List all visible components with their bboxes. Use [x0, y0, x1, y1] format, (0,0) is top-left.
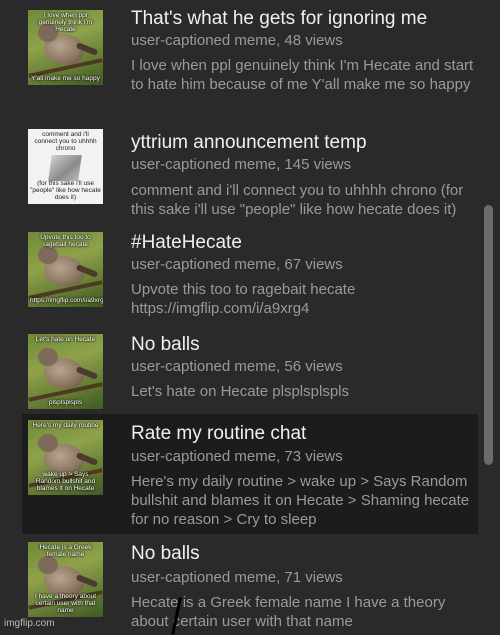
meme-thumbnail[interactable]: Let's hate on Hecate plsplsplspls [28, 334, 103, 409]
meme-list: I love when ppl genuinely think I'm Heca… [0, 0, 478, 634]
meme-title[interactable]: No balls [131, 543, 200, 565]
meme-description: comment and i'll connect you to uhhhh ch… [131, 182, 464, 218]
meme-meta: user-captioned meme, 56 views [131, 358, 343, 375]
meme-title[interactable]: #HateHecate [131, 232, 242, 254]
watermark: imgflip.com [4, 618, 55, 629]
thumbnail-top-caption: Upvote this too to ragebait hecate [40, 234, 91, 248]
meme-thumbnail[interactable]: Hecate is a Greek female name I have a t… [28, 542, 103, 617]
bird-image [38, 348, 84, 388]
thumbnail-bottom-caption: (for this sake i'll use "people" like ho… [30, 180, 101, 201]
meme-meta: user-captioned meme, 48 views [131, 32, 343, 49]
meme-image [48, 155, 82, 181]
meme-meta: user-captioned meme, 71 views [131, 569, 343, 586]
list-item[interactable]: Hecate is a Greek female name I have a t… [22, 542, 478, 634]
thumbnail-top-caption: Hecate is a Greek female name [39, 544, 92, 558]
meme-title[interactable]: yttrium announcement temp [131, 132, 367, 154]
bird-image [38, 556, 84, 596]
meme-meta: user-captioned meme, 145 views [131, 156, 352, 173]
thumbnail-bottom-caption: wake up > Says Random bullshit and blame… [35, 471, 96, 492]
meme-thumbnail[interactable]: Here's my daily routine wake up > Says R… [28, 420, 103, 495]
meme-description: Let's hate on Hecate plsplsplspls [131, 383, 349, 400]
meme-thumbnail[interactable]: comment and i'll connect you to uhhhh ch… [28, 129, 103, 204]
thumbnail-top-caption: comment and i'll connect you to uhhhh ch… [34, 131, 97, 152]
meme-meta: user-captioned meme, 73 views [131, 448, 343, 465]
meme-description: I love when ppl genuinely think I'm Heca… [131, 57, 474, 93]
bird-image [38, 24, 84, 64]
bird-image [38, 434, 84, 474]
meme-thumbnail[interactable]: Upvote this too to ragebait hecate https… [28, 232, 103, 307]
list-item[interactable]: Upvote this too to ragebait hecate https… [22, 232, 478, 327]
meme-thumbnail[interactable]: I love when ppl genuinely think I'm Heca… [28, 10, 103, 85]
meme-title[interactable]: Rate my routine chat [131, 423, 306, 445]
meme-title[interactable]: No balls [131, 334, 200, 356]
thumbnail-bottom-caption: plsplsplspls [48, 399, 83, 406]
list-item[interactable]: comment and i'll connect you to uhhhh ch… [22, 129, 478, 224]
thumbnail-bottom-caption: I have a theory about certain user with … [34, 593, 97, 614]
meme-meta: user-captioned meme, 67 views [131, 256, 343, 273]
meme-description: Hecate is a Greek female name I have a t… [131, 594, 446, 630]
bird-image [38, 246, 84, 286]
thumbnail-bottom-caption: Y'all make me so happy [31, 75, 100, 82]
meme-title[interactable]: That's what he gets for ignoring me [131, 8, 427, 30]
thumbnail-bottom-caption: https://imgflip.com/i/a9xrg4 [30, 297, 103, 304]
scrollbar-thumb[interactable] [484, 205, 493, 465]
thumbnail-top-caption: Let's hate on Hecate [35, 336, 96, 343]
list-item-highlighted[interactable]: Here's my daily routine wake up > Says R… [22, 414, 478, 534]
list-item[interactable]: I love when ppl genuinely think I'm Heca… [22, 8, 478, 120]
scrollbar[interactable] [483, 0, 495, 634]
meme-description: Upvote this too to ragebait hecate https… [131, 281, 356, 317]
list-item[interactable]: Let's hate on Hecate plsplsplspls No bal… [22, 334, 478, 410]
meme-description: Here's my daily routine > wake up > Says… [131, 473, 470, 528]
thumbnail-top-caption: Here's my daily routine [32, 422, 99, 429]
thumbnail-top-caption: I love when ppl genuinely think I'm Heca… [38, 12, 93, 33]
